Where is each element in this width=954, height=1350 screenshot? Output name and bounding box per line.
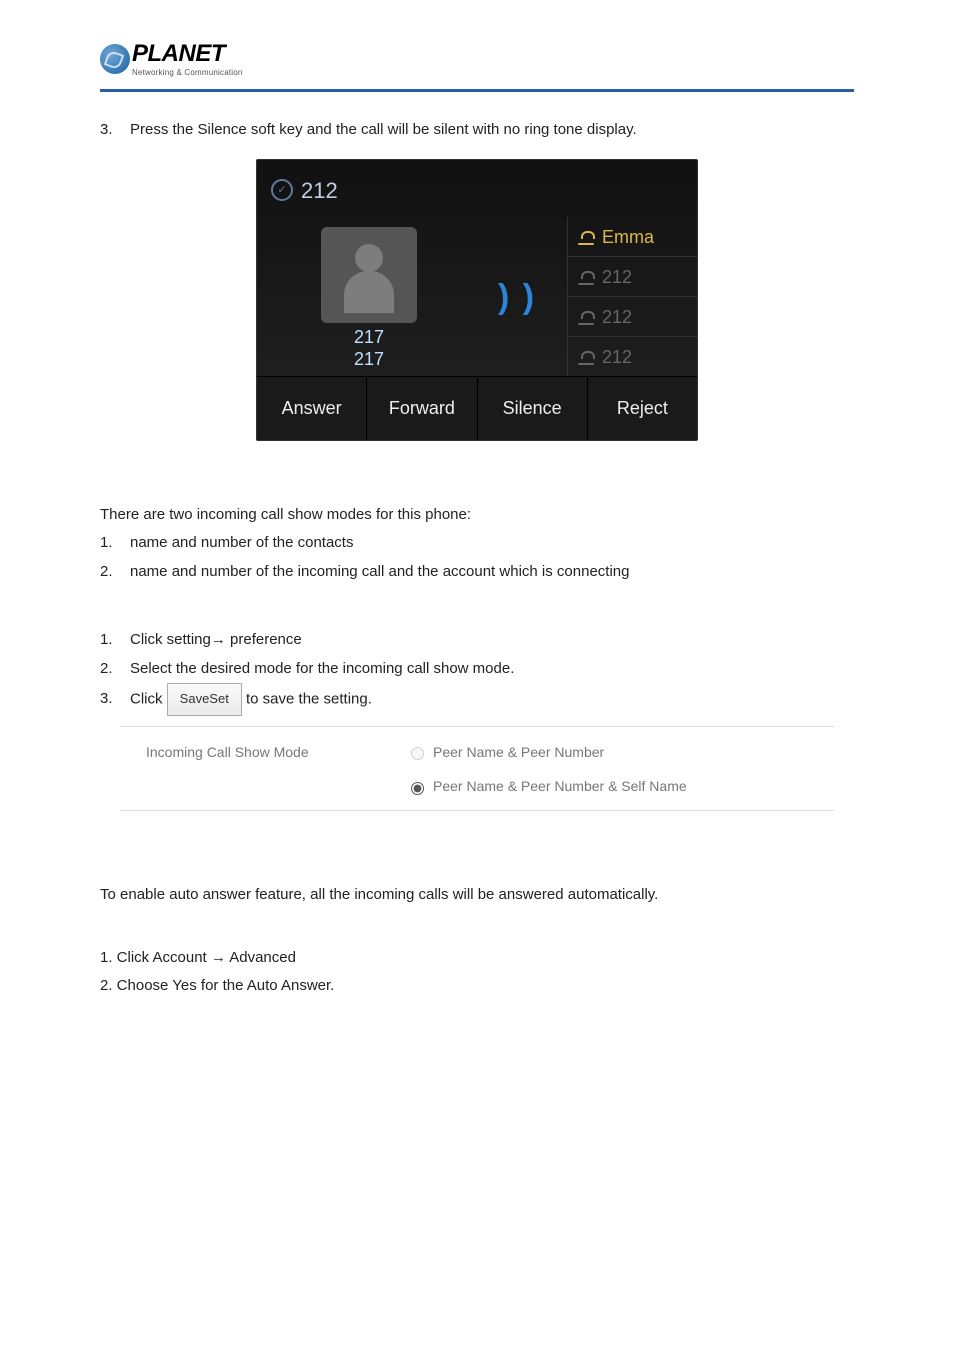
softkey-forward[interactable]: Forward bbox=[367, 377, 477, 439]
phone-line-icon bbox=[578, 231, 594, 243]
incoming-call-show-mode-row: Incoming Call Show Mode Peer Name & Peer… bbox=[120, 727, 834, 800]
caller-line2: 217 bbox=[354, 349, 384, 371]
caller-avatar bbox=[321, 227, 417, 323]
modes-intro: There are two incoming call show modes f… bbox=[100, 501, 854, 530]
logo-globe-icon bbox=[100, 44, 130, 74]
saveset-button[interactable]: SaveSet bbox=[167, 683, 242, 716]
line-key-3[interactable]: 212 bbox=[567, 296, 697, 336]
line-keys: Emma 212 212 212 bbox=[567, 217, 697, 376]
line-key-2[interactable]: 212 bbox=[567, 256, 697, 296]
header-divider bbox=[100, 89, 854, 92]
mode-item-2: 2. name and number of the incoming call … bbox=[100, 558, 854, 587]
brand-logo: PLANET Networking & Communication bbox=[100, 40, 854, 77]
phone-line-icon bbox=[578, 271, 594, 283]
step-text: Press the Silence soft key and the call … bbox=[130, 116, 637, 145]
config-step-2: 2. Select the desired mode for the incom… bbox=[100, 655, 854, 684]
radio-input-opt1[interactable] bbox=[411, 747, 424, 760]
setting-label: Incoming Call Show Mode bbox=[146, 739, 406, 766]
step-index: 3. bbox=[100, 116, 130, 145]
phone-line-icon bbox=[578, 311, 594, 323]
autoanswer-step-1: 1. Click Account → Advanced bbox=[100, 944, 854, 973]
caller-line1: 217 bbox=[354, 327, 384, 349]
softkey-reject[interactable]: Reject bbox=[588, 377, 697, 439]
softkey-answer[interactable]: Answer bbox=[257, 377, 367, 439]
phone-line-number: 212 bbox=[301, 170, 338, 212]
softkey-silence[interactable]: Silence bbox=[478, 377, 588, 439]
logo-text: PLANET bbox=[132, 40, 243, 68]
phone-status-icon: ✓ bbox=[271, 179, 293, 201]
line-key-4[interactable]: 212 bbox=[567, 336, 697, 376]
autoanswer-intro: To enable auto answer feature, all the i… bbox=[100, 881, 854, 910]
radio-peer-name-number-self[interactable]: Peer Name & Peer Number & Self Name bbox=[406, 773, 687, 800]
line-key-1[interactable]: Emma bbox=[567, 217, 697, 256]
instruction-step-3: 3. Press the Silence soft key and the ca… bbox=[100, 116, 854, 145]
autoanswer-step-2: 2. Choose Yes for the Auto Answer. bbox=[100, 972, 854, 1001]
phone-title-bar: ✓ 212 bbox=[257, 160, 697, 218]
phone-line-icon bbox=[578, 351, 594, 363]
ringing-icon: ) ) bbox=[498, 265, 536, 330]
radio-peer-name-number[interactable]: Peer Name & Peer Number bbox=[406, 739, 687, 766]
phone-call-screen: ✓ 212 217 217 ) ) bbox=[256, 159, 698, 441]
logo-tagline: Networking & Communication bbox=[132, 68, 243, 77]
config-step-1: 1. Click setting→ preference bbox=[100, 626, 854, 655]
mode-item-1: 1. name and number of the contacts bbox=[100, 529, 854, 558]
radio-input-opt2[interactable] bbox=[411, 782, 424, 795]
config-step-3: 3. Click SaveSet to save the setting. bbox=[100, 683, 854, 716]
